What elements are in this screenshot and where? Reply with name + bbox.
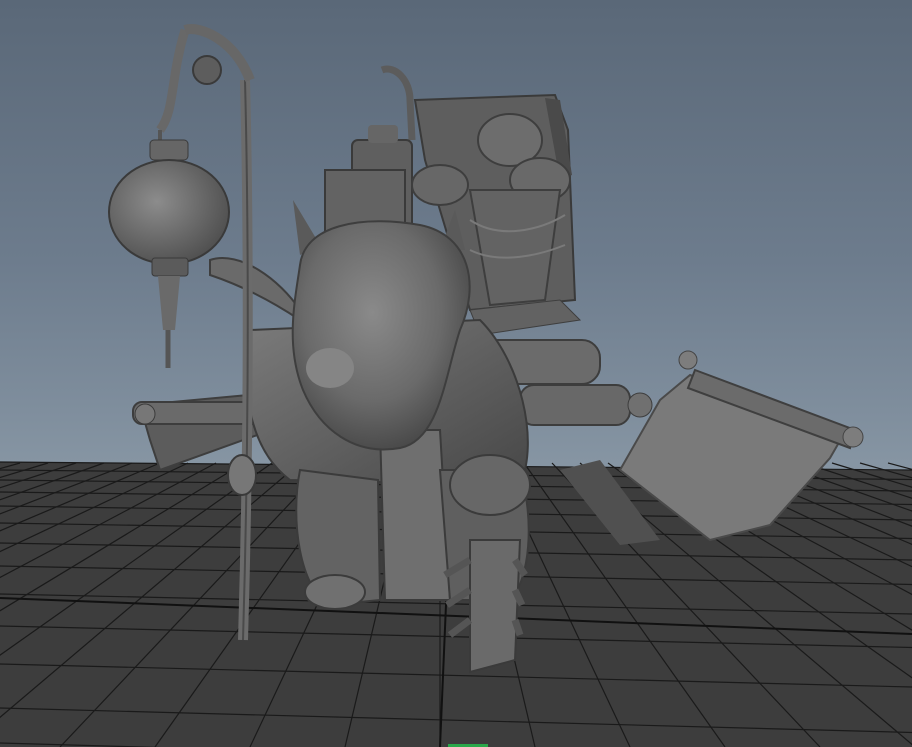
back-lantern-mesh [324,65,416,241]
hanging-lantern-mesh [108,130,230,368]
viewport-scene[interactable] [0,0,912,747]
maya-3d-viewport[interactable] [0,0,912,747]
strap-mesh [209,257,301,322]
